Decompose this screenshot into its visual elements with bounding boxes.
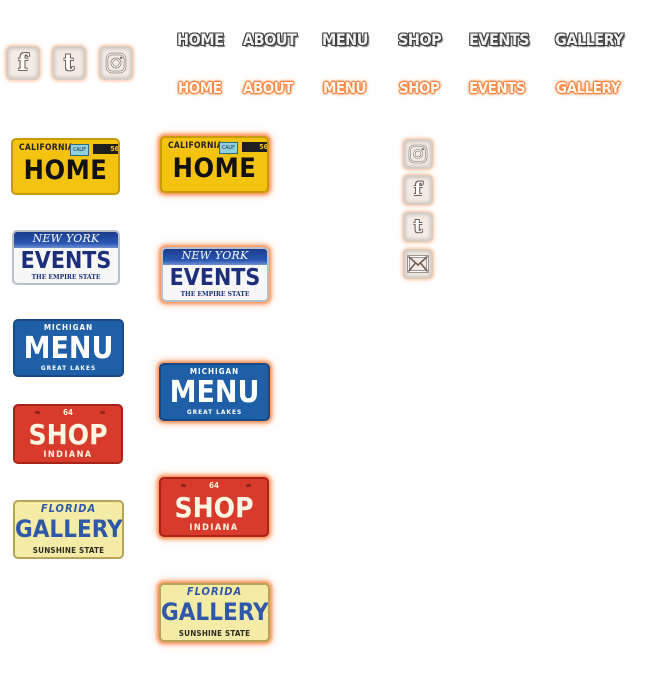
nav-home[interactable]: HOME — [177, 30, 224, 52]
plate-label: HOME — [172, 153, 257, 184]
plate-state-label: INDIANA — [189, 523, 239, 533]
nav-home-hover[interactable]: HOME — [178, 79, 222, 101]
plate-label: EVENTS — [20, 248, 112, 274]
nav-gallery[interactable]: GALLERY — [555, 30, 624, 52]
nav-gallery-hover[interactable]: GALLERY — [556, 79, 620, 101]
plate-label: EVENTS — [169, 265, 261, 291]
nav-menu-hover[interactable]: MENU — [323, 79, 366, 101]
twitter-glyph: t — [63, 50, 75, 76]
nav-shop[interactable]: SHOP — [398, 30, 442, 52]
plate-slogan: THE EMPIRE STATE — [31, 274, 101, 281]
facebook-glyph: f — [18, 50, 28, 76]
plate-menu-hover[interactable]: MICHIGAN MENU GREAT LAKES — [159, 363, 270, 421]
plate-slogan: GREAT LAKES — [40, 364, 97, 372]
plate-year: 64 — [208, 481, 219, 490]
plate-label: GALLERY — [15, 515, 123, 543]
plate-state-label: INDIANA — [43, 450, 93, 460]
mail-icon[interactable] — [403, 249, 433, 279]
instagram-glyph — [105, 52, 127, 74]
twitter-icon-vertical[interactable]: t — [403, 212, 433, 242]
plate-events[interactable]: NEW YORK EVENTS THE EMPIRE STATE — [12, 230, 120, 285]
instagram-icon-vertical[interactable] — [403, 139, 433, 169]
plate-state-label: NEW YORK — [181, 249, 249, 262]
plate-state-label: FLORIDA — [40, 502, 97, 515]
plate-slogan: THE EMPIRE STATE — [180, 291, 250, 298]
plate-shop[interactable]: 64 SHOP INDIANA — [13, 404, 123, 464]
plate-state-label: FLORIDA — [186, 585, 243, 598]
plate-label: GALLERY — [161, 598, 269, 626]
plate-slogan: SUNSHINE STATE — [178, 629, 251, 638]
plate-home[interactable]: CALIFORNIA CALIF 56 HOME — [11, 138, 120, 195]
plate-state-label: NEW YORK — [32, 232, 100, 245]
nav-shop-hover[interactable]: SHOP — [399, 79, 440, 101]
plate-sticker: 56 — [242, 142, 267, 152]
instagram-icon[interactable] — [99, 46, 133, 80]
plate-gallery-hover[interactable]: FLORIDA GALLERY SUNSHINE STATE — [159, 583, 270, 642]
twitter-glyph: t — [413, 216, 423, 237]
plate-year: 64 — [62, 408, 73, 417]
facebook-icon[interactable]: f — [6, 46, 40, 80]
plate-label: SHOP — [28, 418, 108, 451]
nav-about-hover[interactable]: ABOUT — [243, 79, 293, 101]
envelope-glyph — [407, 255, 429, 273]
plate-label: MENU — [169, 375, 260, 410]
plate-home-hover[interactable]: CALIFORNIA CALIF 56 HOME — [160, 136, 269, 193]
plate-shop-hover[interactable]: 64 SHOP INDIANA — [159, 477, 269, 537]
nav-events-hover[interactable]: EVENTS — [469, 79, 526, 101]
nav-about[interactable]: ABOUT — [243, 30, 297, 52]
nav-events[interactable]: EVENTS — [469, 30, 530, 52]
plate-slogan: SUNSHINE STATE — [32, 546, 105, 555]
twitter-icon[interactable]: t — [52, 46, 86, 80]
plate-menu[interactable]: MICHIGAN MENU GREAT LAKES — [13, 319, 124, 377]
plate-sticker: 56 — [93, 144, 118, 154]
facebook-glyph: f — [414, 179, 422, 200]
plate-slogan: GREAT LAKES — [186, 408, 243, 416]
nav-menu[interactable]: MENU — [322, 30, 368, 52]
plate-events-hover[interactable]: NEW YORK EVENTS THE EMPIRE STATE — [161, 247, 269, 302]
plate-label: SHOP — [174, 491, 254, 524]
plate-label: HOME — [23, 155, 108, 186]
instagram-glyph — [408, 144, 428, 164]
plate-gallery[interactable]: FLORIDA GALLERY SUNSHINE STATE — [13, 500, 124, 559]
facebook-icon-vertical[interactable]: f — [403, 175, 433, 205]
plate-label: MENU — [23, 331, 114, 366]
